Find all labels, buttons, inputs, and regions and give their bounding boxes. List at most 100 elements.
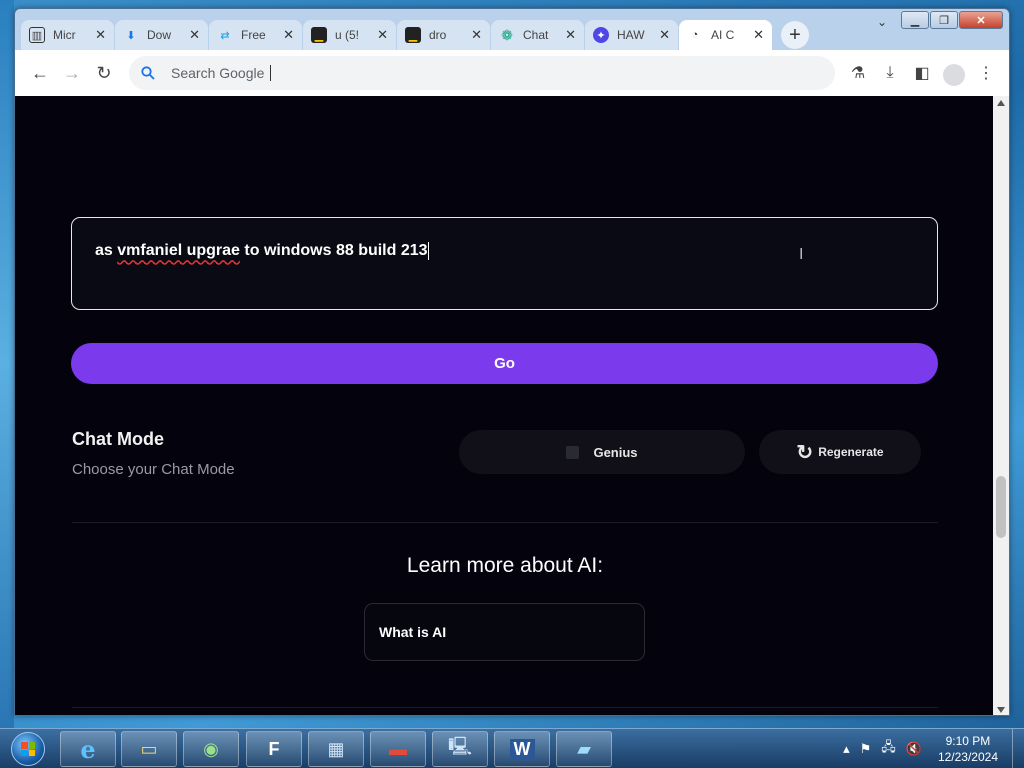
word-icon[interactable]: W <box>494 731 550 767</box>
address-placeholder: Search Google <box>171 65 265 81</box>
reload-button[interactable]: ↻ <box>89 58 119 88</box>
document-icon: ▥ <box>29 27 45 43</box>
avatar <box>943 64 965 86</box>
star-icon: ✦ <box>593 27 609 43</box>
close-tab-icon[interactable]: ✕ <box>189 27 200 43</box>
tab-title: Dow <box>147 28 172 42</box>
minimize-button[interactable]: ▁ <box>901 11 929 29</box>
tab-title: dro <box>429 28 447 42</box>
address-bar[interactable]: Search Google <box>129 56 835 90</box>
close-tab-icon[interactable]: ✕ <box>565 27 576 43</box>
tab-3[interactable]: ⇄ Free ✕ <box>209 20 302 50</box>
network-icon[interactable]: ▦ <box>308 731 364 767</box>
loading-icon: ◔ <box>691 29 699 41</box>
download-icon: ⬇ <box>126 29 136 42</box>
go-button[interactable]: Go <box>71 343 938 384</box>
back-button[interactable]: ← <box>25 58 55 88</box>
learn-more-heading: Learn more about AI: <box>406 554 604 577</box>
window-controls: ▁ ❐ ✕ <box>901 11 1003 29</box>
tab-1[interactable]: ▥ Micr ✕ <box>21 20 114 50</box>
desktop-background <box>0 0 14 728</box>
close-tab-icon[interactable]: ✕ <box>753 27 764 43</box>
volume-muted-icon[interactable]: 🔇 <box>906 741 922 757</box>
tab-title: Micr <box>53 28 76 42</box>
menu-kebab-icon[interactable]: ⋮ <box>973 58 999 88</box>
scroll-up-arrow-icon[interactable] <box>997 100 1005 106</box>
tab-6[interactable]: ❁ Chat ✕ <box>491 20 584 50</box>
tab-4[interactable]: ▁ u (5! ✕ <box>303 20 396 50</box>
prompt-text-misspelled: vmfaniel upgrae <box>117 242 240 260</box>
action-center-flag-icon[interactable]: ⚑ <box>860 741 872 757</box>
clock[interactable]: 9:10 PM 12/23/2024 <box>938 733 998 765</box>
tab-title: AI C <box>711 28 735 42</box>
close-tab-icon[interactable]: ✕ <box>283 27 294 43</box>
show-hidden-icons-icon[interactable]: ▴ <box>843 741 850 757</box>
start-button[interactable] <box>2 730 54 768</box>
close-tab-icon[interactable]: ✕ <box>659 27 670 43</box>
tab-search-chevron-icon[interactable]: ⌄ <box>877 15 887 29</box>
clock-date: 12/23/2024 <box>937 750 998 764</box>
genius-label: Genius <box>593 444 638 460</box>
new-tab-button[interactable]: + <box>781 21 809 49</box>
tab-strip: ▥ Micr ✕ ⬇ Dow ✕ ⇄ Free ✕ ▁ u (5! ✕ ▁ dr… <box>21 18 809 50</box>
browser-window: ⌄ ▁ ❐ ✕ ▥ Micr ✕ ⬇ Dow ✕ ⇄ Free ✕ ▁ u (5… <box>14 8 1010 716</box>
prompt-text: to windows 88 build 213 <box>239 242 428 260</box>
tab-5[interactable]: ▁ dro ✕ <box>397 20 490 50</box>
maximize-button[interactable]: ❐ <box>930 11 958 29</box>
openai-icon: ❁ <box>501 26 513 43</box>
close-tab-icon[interactable]: ✕ <box>471 27 482 43</box>
tab-title: HAW <box>617 28 645 42</box>
forward-button[interactable]: → <box>57 58 87 88</box>
ftp-icon[interactable]: F <box>246 731 302 767</box>
refresh-icon: ↻ <box>796 441 814 464</box>
side-panel-icon[interactable]: ◧ <box>909 58 935 88</box>
regenerate-label: Regenerate <box>818 445 884 459</box>
tab-7[interactable]: ✦ HAW ✕ <box>585 20 678 50</box>
page-content: as vmfaniel upgrae to windows 88 build 2… <box>15 96 995 715</box>
text-caret <box>270 65 272 81</box>
chat-mode-subtitle: Choose your Chat Mode <box>72 461 235 478</box>
text-caret <box>427 242 429 260</box>
profile-avatar[interactable] <box>941 58 967 88</box>
convert-icon: ⇄ <box>220 29 230 42</box>
terminal-icon: ▁ <box>311 27 327 43</box>
ibeam-cursor-icon: I <box>799 246 804 263</box>
divider <box>72 522 938 523</box>
search-icon <box>141 66 155 80</box>
tab-title: Chat <box>523 28 549 42</box>
tab-title: Free <box>241 28 266 42</box>
internet-explorer-icon[interactable]: e <box>60 731 116 767</box>
notepad-icon[interactable]: ▰ <box>556 731 612 767</box>
clock-time: 9:10 PM <box>945 734 991 748</box>
taskbar: e ▭ ◉ F ▦ ▬ 🖳 W ▰ ▴ ⚑ 🖧 🔇 9:10 PM 12/23/… <box>0 728 1024 768</box>
genius-checkbox[interactable] <box>566 445 580 459</box>
file-explorer-icon[interactable]: ▭ <box>121 731 177 767</box>
tab-2[interactable]: ⬇ Dow ✕ <box>115 20 208 50</box>
media-icon[interactable]: ◉ <box>183 731 239 767</box>
windows-logo-icon <box>11 732 45 766</box>
scroll-down-arrow-icon[interactable] <box>997 707 1005 713</box>
show-desktop-button[interactable] <box>1012 729 1024 768</box>
close-tab-icon[interactable]: ✕ <box>95 27 106 43</box>
divider <box>72 707 938 708</box>
chat-mode-heading: Chat Mode <box>72 429 164 449</box>
toolbar-actions: ⚗ ⤓ ◧ ⋮ <box>845 58 999 88</box>
page-scrollbar[interactable] <box>993 96 1009 715</box>
tab-8-active[interactable]: ◔ AI C ✕ <box>679 20 772 50</box>
scroll-thumb[interactable] <box>996 476 1006 538</box>
what-is-ai-card[interactable]: What is AI <box>364 603 645 661</box>
network-tray-icon[interactable]: 🖧 <box>881 738 896 760</box>
close-window-button[interactable]: ✕ <box>959 11 1003 29</box>
genius-toggle[interactable]: Genius <box>459 430 745 474</box>
downloads-icon[interactable]: ⤓ <box>877 58 903 88</box>
terminal-icon: ▁ <box>405 27 421 43</box>
close-tab-icon[interactable]: ✕ <box>377 27 388 43</box>
browser-toolbar: ← → ↻ Search Google ⚗ ⤓ ◧ ⋮ <box>15 50 1009 96</box>
prompt-textarea[interactable]: as vmfaniel upgrae to windows 88 build 2… <box>71 217 938 310</box>
computer-icon[interactable]: 🖳 <box>432 731 488 767</box>
toolbox-icon[interactable]: ▬ <box>370 731 426 767</box>
system-tray: ▴ ⚑ 🖧 🔇 9:10 PM 12/23/2024 <box>843 729 1010 768</box>
regenerate-button[interactable]: ↻ Regenerate <box>759 430 921 474</box>
prompt-text: as <box>95 242 118 260</box>
labs-flask-icon[interactable]: ⚗ <box>845 58 871 88</box>
